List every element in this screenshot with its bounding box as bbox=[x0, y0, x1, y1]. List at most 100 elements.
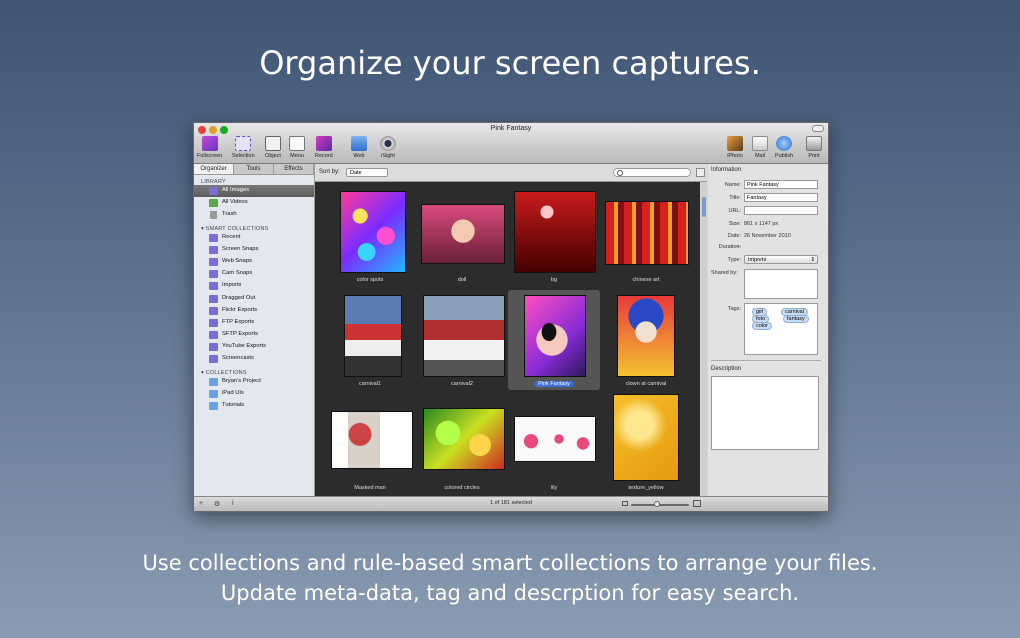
thumbnail-color-spots[interactable]: color spots bbox=[324, 186, 416, 286]
size-value: 861 x 1147 px bbox=[744, 221, 779, 227]
toolbar-toggle-button[interactable] bbox=[812, 125, 824, 132]
smart-collection-icon bbox=[209, 294, 218, 303]
thumbnail-pink-fantasy[interactable]: Pink Fantasy bbox=[508, 290, 600, 390]
publish-button[interactable]: Publish bbox=[775, 136, 793, 159]
mail-icon bbox=[752, 136, 768, 151]
smart-collection-icon bbox=[209, 270, 218, 279]
menu-button[interactable]: Menu bbox=[289, 136, 305, 159]
record-icon bbox=[315, 136, 332, 151]
thumbnail-doll[interactable]: doll bbox=[416, 186, 508, 286]
folder-icon bbox=[209, 389, 218, 398]
texture-yellow-image bbox=[613, 394, 679, 481]
globe-icon bbox=[776, 136, 793, 151]
carnival2-image bbox=[423, 295, 505, 377]
smart-collection-icon bbox=[209, 318, 218, 327]
trash-icon bbox=[210, 211, 217, 220]
images-icon bbox=[209, 187, 218, 195]
duration-value: -- bbox=[737, 244, 741, 250]
lily-image bbox=[514, 416, 596, 462]
isight-button[interactable]: iSight bbox=[380, 136, 396, 159]
sidebar-item-sftp-exports[interactable]: SFTP Exports bbox=[194, 329, 314, 341]
thumbnail-chinese-art[interactable]: chinese art bbox=[600, 186, 692, 286]
sidebar-tabs: Organizer Tools Effects bbox=[194, 164, 314, 175]
url-field[interactable] bbox=[744, 206, 818, 215]
sidebar-item-bryans-project[interactable]: Bryan's Project bbox=[194, 376, 314, 388]
camera-icon bbox=[380, 136, 396, 151]
shared-by-list[interactable] bbox=[744, 269, 818, 299]
record-button[interactable]: Record bbox=[315, 136, 333, 159]
sidebar-item-cam-snaps[interactable]: Cam Snaps bbox=[194, 268, 314, 280]
tab-organizer[interactable]: Organizer bbox=[194, 164, 234, 174]
grid-scrollbar[interactable] bbox=[701, 182, 707, 496]
search-icon bbox=[617, 170, 623, 176]
tab-tools[interactable]: Tools bbox=[234, 164, 274, 174]
sidebar-item-ipad-uis[interactable]: iPad UIs bbox=[194, 388, 314, 400]
chevron-updown-icon: ⇕ bbox=[810, 257, 815, 263]
sidebar-item-flickr-exports[interactable]: Flickr Exports bbox=[194, 305, 314, 317]
sidebar-item-web-snaps[interactable]: Web Snaps bbox=[194, 256, 314, 268]
folder-icon bbox=[209, 377, 218, 386]
clown-image bbox=[617, 295, 675, 377]
thumbnail-colored-circles[interactable]: colored circles bbox=[416, 394, 508, 494]
carnival1-image bbox=[344, 295, 402, 377]
zoom-slider[interactable] bbox=[631, 504, 689, 506]
sidebar: Organizer Tools Effects LIBRARY All Imag… bbox=[194, 164, 315, 496]
small-thumbnail-icon bbox=[622, 501, 628, 506]
thumbnail-carnival1[interactable]: carnival1 bbox=[324, 290, 416, 390]
fullscreen-button[interactable]: Fullscreen bbox=[197, 136, 222, 159]
print-button[interactable]: Print bbox=[806, 136, 822, 159]
sidebar-item-imports[interactable]: Imports bbox=[194, 280, 314, 292]
doll-image bbox=[421, 204, 505, 264]
sidebar-item-tutorials[interactable]: Tutorials bbox=[194, 400, 314, 412]
sidebar-item-all-images[interactable]: All Images bbox=[194, 185, 314, 198]
search-input[interactable] bbox=[613, 168, 691, 177]
bg-image bbox=[514, 191, 596, 273]
view-toggle-button[interactable] bbox=[696, 168, 705, 177]
pink-fantasy-image bbox=[524, 295, 586, 377]
name-field[interactable]: Pink Fantasy bbox=[744, 180, 818, 189]
caption-line-1: Use collections and rule-based smart col… bbox=[142, 551, 878, 575]
web-button[interactable]: Web bbox=[351, 136, 367, 159]
thumbnail-lily[interactable]: lily bbox=[508, 394, 600, 494]
smart-collection-icon bbox=[209, 233, 218, 242]
sidebar-item-recent[interactable]: Recent bbox=[194, 232, 314, 244]
selection-button[interactable]: Selection bbox=[232, 136, 255, 159]
colored-circles-image bbox=[423, 408, 505, 470]
thumbnail-carnival2[interactable]: carnival2 bbox=[416, 290, 508, 390]
printer-icon bbox=[806, 136, 822, 151]
iphoto-button[interactable]: iPhoto bbox=[727, 136, 743, 159]
smart-collection-icon bbox=[209, 343, 218, 352]
description-label: Description bbox=[711, 366, 742, 372]
sidebar-item-ftp-exports[interactable]: FTP Exports bbox=[194, 317, 314, 329]
sidebar-item-dragged-out[interactable]: Dragged Out bbox=[194, 293, 314, 305]
smart-collection-icon bbox=[209, 306, 218, 315]
zoom-slider-knob[interactable] bbox=[654, 501, 660, 507]
large-thumbnail-icon bbox=[693, 500, 701, 507]
tag-token[interactable]: fantasy bbox=[783, 315, 809, 323]
description-field[interactable] bbox=[711, 376, 819, 450]
headline: Organize your screen captures. bbox=[259, 44, 761, 82]
smart-collection-icon bbox=[209, 355, 218, 364]
scrollbar-thumb[interactable] bbox=[702, 197, 706, 217]
sidebar-item-youtube-exports[interactable]: YouTube Exports bbox=[194, 341, 314, 353]
iphoto-icon bbox=[727, 136, 743, 151]
tag-token[interactable]: color bbox=[752, 322, 772, 330]
type-select[interactable]: Imports ⇕ bbox=[744, 255, 818, 264]
smart-collection-icon bbox=[209, 245, 218, 254]
title-field[interactable]: Fantasy bbox=[744, 193, 818, 202]
sidebar-item-all-videos[interactable]: All Videos bbox=[194, 197, 314, 209]
thumbnail-clown-at-carnival[interactable]: clown at carnival bbox=[600, 290, 692, 390]
sidebar-item-screencasts[interactable]: Screencasts bbox=[194, 353, 314, 365]
sort-select[interactable]: Date bbox=[346, 168, 388, 177]
chinese-art-image bbox=[605, 201, 689, 265]
tags-field[interactable]: girl carnival foto fantasy color bbox=[744, 303, 818, 355]
sidebar-item-trash[interactable]: Trash bbox=[194, 209, 314, 221]
thumbnail-bg[interactable]: bg bbox=[508, 186, 600, 286]
divider bbox=[711, 360, 821, 361]
mail-button[interactable]: Mail bbox=[752, 136, 768, 159]
thumbnail-texture-yellow[interactable]: texture_yellow bbox=[600, 394, 692, 494]
object-button[interactable]: Object bbox=[265, 136, 281, 159]
tab-effects[interactable]: Effects bbox=[274, 164, 314, 174]
thumbnail-masked-man[interactable]: Masked man bbox=[324, 394, 416, 494]
sidebar-item-screen-snaps[interactable]: Screen Snaps bbox=[194, 244, 314, 256]
